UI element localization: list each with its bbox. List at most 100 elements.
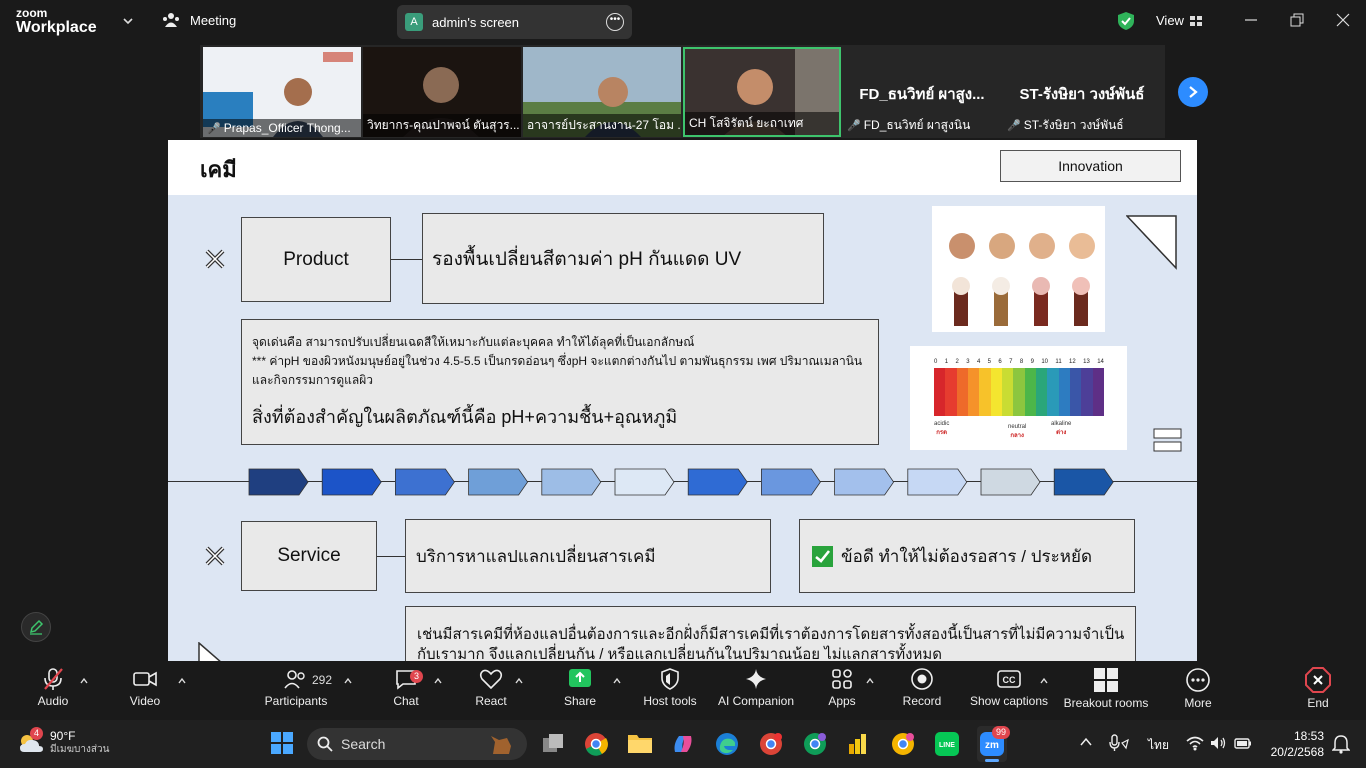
corner-triangle-icon bbox=[198, 642, 221, 661]
process-arrow-step bbox=[468, 468, 529, 496]
stacked-boxes-icon bbox=[1153, 428, 1182, 452]
microphone-in-use-icon[interactable] bbox=[1108, 734, 1130, 752]
service-label-box: Service bbox=[241, 521, 377, 591]
restore-icon[interactable] bbox=[1289, 12, 1305, 28]
chrome-icon[interactable] bbox=[584, 732, 608, 756]
audio-button[interactable]: Audio bbox=[33, 667, 73, 708]
task-view-icon[interactable] bbox=[541, 732, 565, 756]
zoom-notification-badge: 99 bbox=[992, 726, 1011, 739]
annotate-button[interactable] bbox=[21, 612, 51, 642]
share-button[interactable]: Share bbox=[562, 667, 598, 708]
screen-share-indicator[interactable]: A admin's screen ••• bbox=[397, 5, 632, 39]
show-captions-button[interactable]: CC Show captions bbox=[968, 667, 1050, 708]
end-meeting-button[interactable]: End bbox=[1300, 667, 1336, 710]
ph-scale-image: 0 1 2 3 4 5 6 7 8 9 10 11 12 13 14 acidic กรด neutral กล… bbox=[910, 346, 1127, 450]
process-arrow-step bbox=[1053, 468, 1114, 496]
service-advantage-box: ข้อดี ทำให้ไม่ต้องรอสาร / ประหยัด bbox=[799, 519, 1135, 593]
power-bi-icon[interactable] bbox=[847, 732, 869, 756]
participant-tile[interactable]: 🎤 Prapas_Officer Thong... bbox=[203, 47, 361, 137]
clock[interactable]: 18:53 20/2/2568 bbox=[1268, 728, 1324, 760]
grid-view-icon bbox=[1189, 15, 1202, 26]
react-button[interactable]: React bbox=[472, 667, 510, 708]
ph-acidic-label: acidic กรด bbox=[934, 421, 950, 436]
caret-up-icon[interactable] bbox=[866, 677, 874, 685]
process-arrow-step bbox=[321, 468, 382, 496]
host-tools-button[interactable]: Host tools bbox=[640, 667, 700, 708]
edge-icon[interactable] bbox=[715, 732, 739, 756]
chevron-up-icon[interactable] bbox=[1080, 737, 1092, 747]
ph-number: 7 bbox=[1009, 359, 1013, 365]
battery-icon[interactable] bbox=[1234, 736, 1252, 750]
process-arrows bbox=[248, 468, 1114, 496]
meeting-menu[interactable]: Meeting bbox=[162, 12, 236, 28]
slide-header: เคมี Innovation bbox=[168, 140, 1197, 195]
ph-number: 3 bbox=[966, 359, 970, 365]
caret-up-icon[interactable] bbox=[613, 677, 621, 685]
input-language[interactable]: ไทย bbox=[1148, 736, 1169, 755]
notification-bell-icon[interactable] bbox=[1332, 734, 1350, 754]
zoom-logo: zoom Workplace bbox=[16, 7, 97, 36]
next-page-button[interactable] bbox=[1178, 77, 1208, 107]
apps-button[interactable]: Apps bbox=[826, 667, 858, 708]
windows-start-icon[interactable] bbox=[271, 732, 293, 754]
caret-up-icon[interactable] bbox=[515, 677, 523, 685]
svg-text:zm: zm bbox=[985, 740, 999, 751]
ai-companion-button[interactable]: AI Companion bbox=[716, 667, 796, 708]
caret-up-icon[interactable] bbox=[80, 677, 88, 685]
record-button[interactable]: Record bbox=[901, 667, 943, 708]
ph-scale-numbers: 0 1 2 3 4 5 6 7 8 9 10 11 12 13 14 bbox=[934, 359, 1104, 365]
weather-temp: 90°F bbox=[50, 729, 76, 743]
weather-description: มีเมฆบางส่วน bbox=[50, 744, 110, 755]
participant-name: 🎤 Prapas_Officer Thong... bbox=[203, 119, 361, 137]
chrome-profile-icon[interactable] bbox=[803, 732, 827, 756]
clock-time: 18:53 bbox=[1293, 729, 1324, 743]
view-menu[interactable]: View bbox=[1156, 13, 1202, 28]
caret-up-icon[interactable] bbox=[178, 677, 186, 685]
participant-tile-active-speaker[interactable]: CH โสจิรัตน์ ยะถาเทศ bbox=[683, 47, 841, 137]
process-arrow-step bbox=[907, 468, 968, 496]
more-button[interactable]: More bbox=[1180, 667, 1216, 710]
ph-number: 5 bbox=[987, 359, 992, 365]
participant-display-name: FD_ธนวิทย์ ผาสูง... bbox=[859, 86, 985, 103]
chrome-profile-icon[interactable] bbox=[759, 732, 783, 756]
brand-line2: Workplace bbox=[16, 19, 97, 36]
product-detail-box: จุดเด่นคือ สามารถปรับเปลี่ยนเฉดสีให้เหมา… bbox=[241, 319, 879, 445]
copilot-icon[interactable] bbox=[671, 732, 695, 756]
caret-up-icon[interactable] bbox=[344, 677, 352, 685]
end-call-icon bbox=[1305, 667, 1331, 693]
chrome-profile-icon[interactable] bbox=[891, 732, 915, 756]
breakout-rooms-button[interactable]: Breakout rooms bbox=[1062, 667, 1150, 710]
ph-number: 2 bbox=[955, 359, 959, 365]
wifi-icon[interactable] bbox=[1186, 735, 1204, 751]
participant-tile[interactable]: FD_ธนวิทย์ ผาสูง... 🎤 FD_ธนวิทย์ ผาสูงนิน bbox=[843, 47, 1001, 137]
close-icon[interactable] bbox=[1335, 12, 1351, 28]
meeting-controls: Audio Video Participants 292 Chat 3 Reac… bbox=[0, 661, 1366, 720]
participant-tile[interactable]: วิทยากร-คุณปาพจน์ ตันสุวร... bbox=[363, 47, 521, 137]
active-app-indicator bbox=[985, 759, 999, 762]
detail-line1: จุดเด่นคือ สามารถปรับเปลี่ยนเฉดสีให้เหมา… bbox=[252, 335, 695, 349]
encryption-shield-icon[interactable] bbox=[1117, 11, 1135, 31]
view-label: View bbox=[1156, 13, 1184, 28]
clock-date: 20/2/2568 bbox=[1270, 745, 1324, 759]
innovation-box: Innovation bbox=[1000, 150, 1181, 182]
caret-up-icon[interactable] bbox=[434, 677, 442, 685]
volume-icon[interactable] bbox=[1210, 735, 1226, 751]
participant-tile[interactable]: ST-รังษิยา วงษ์พันธ์ 🎤 ST-รังษิยา วงษ์พัน… bbox=[1003, 47, 1161, 137]
green-check-icon bbox=[812, 545, 833, 567]
video-button[interactable]: Video bbox=[125, 667, 165, 708]
shield-icon bbox=[661, 668, 679, 690]
muted-mic-icon: 🎤 bbox=[1007, 120, 1021, 132]
line-app-icon[interactable]: LINE bbox=[935, 732, 959, 756]
chevron-down-icon[interactable] bbox=[122, 15, 134, 27]
caret-up-icon[interactable] bbox=[1040, 677, 1048, 685]
corner-triangle-icon bbox=[1126, 215, 1177, 270]
participant-tile[interactable]: อาจารย์ประสานงาน-27 โอม ... bbox=[523, 47, 681, 137]
participant-name: 🎤 ST-รังษิยา วงษ์พันธ์ bbox=[1007, 118, 1124, 132]
slide-title: เคมี bbox=[200, 157, 237, 182]
product-label-box: Product bbox=[241, 217, 391, 302]
record-icon bbox=[911, 668, 933, 690]
more-options-icon[interactable]: ••• bbox=[606, 13, 624, 31]
taskbar-search[interactable]: Search bbox=[307, 728, 527, 760]
minimize-icon[interactable] bbox=[1243, 12, 1259, 28]
file-explorer-icon[interactable] bbox=[627, 732, 653, 754]
